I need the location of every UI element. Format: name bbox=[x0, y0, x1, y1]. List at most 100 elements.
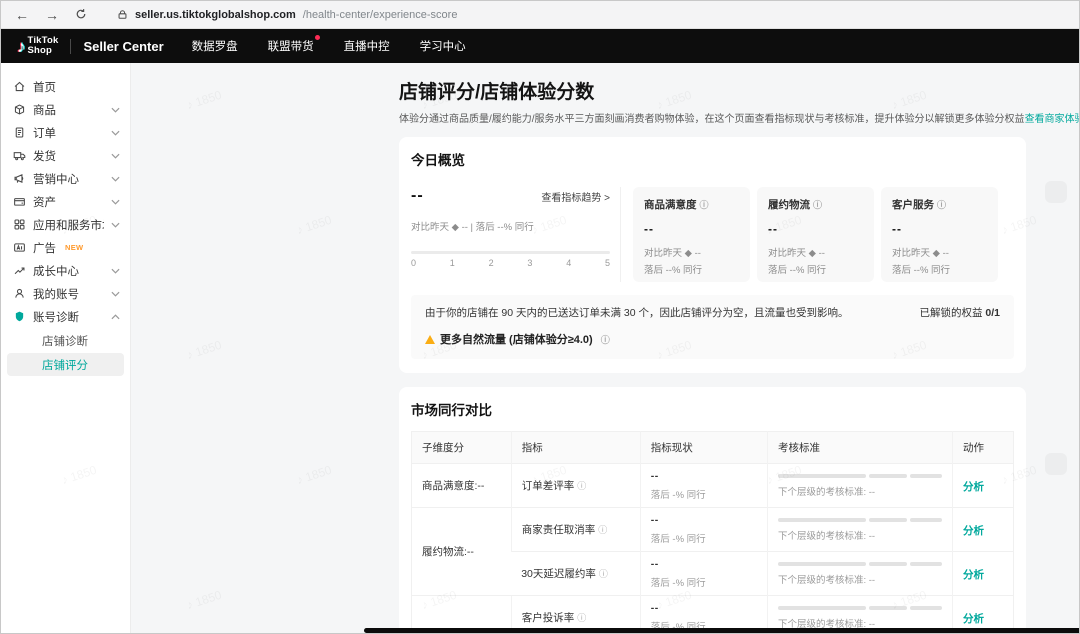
metric-value: -- bbox=[651, 558, 757, 570]
apps-icon bbox=[13, 218, 26, 231]
address-bar[interactable]: seller.us.tiktokglobalshop.com/health-ce… bbox=[117, 9, 457, 21]
tiktok-shop-logo[interactable]: ♪ TikTok Shop bbox=[17, 36, 58, 56]
scale-tick: 3 bbox=[527, 258, 532, 268]
analyze-link[interactable]: 分析 bbox=[963, 525, 984, 537]
empty-score-notice: 由于你的店铺在 90 天内的已送达订单未满 30 个，因此店铺评分为空，且流量也… bbox=[411, 295, 1014, 359]
info-icon[interactable]: ⓘ bbox=[601, 333, 610, 346]
floating-widget[interactable] bbox=[1045, 181, 1067, 203]
sidebar: 首页 商品 订单 发货 营销中心 bbox=[1, 63, 131, 634]
top-nav: ♪ TikTok Shop Seller Center 数据罗盘 联盟带货 直播… bbox=[1, 29, 1079, 63]
sidebar-subitem-shop-diagnosis[interactable]: 店铺诊断 bbox=[7, 329, 124, 352]
card-peer: 落后 --% 同行 bbox=[644, 262, 739, 276]
info-icon[interactable]: ⓘ bbox=[700, 200, 709, 210]
analyze-link[interactable]: 分析 bbox=[963, 481, 984, 493]
score-scale: 0 1 2 3 4 5 bbox=[411, 251, 610, 268]
customer-service-card: 客户服务ⓘ -- 对比昨天 ◆ -- 落后 --% 同行 bbox=[881, 187, 998, 282]
card-peer: 落后 --% 同行 bbox=[768, 262, 863, 276]
experience-score-rules-link[interactable]: 查看商家体验分规范 bbox=[1025, 114, 1079, 125]
marketing-icon bbox=[13, 172, 26, 185]
card-compare: 对比昨天 ◆ -- bbox=[892, 245, 987, 259]
shipping-icon bbox=[13, 149, 26, 162]
nav-seller-center[interactable]: Seller Center bbox=[83, 39, 163, 54]
lock-icon bbox=[117, 9, 128, 20]
browser-window: ← → seller.us.tiktokglobalshop.com/healt… bbox=[0, 0, 1080, 634]
browser-chrome: ← → seller.us.tiktokglobalshop.com/healt… bbox=[1, 1, 1079, 29]
sidebar-item-assets[interactable]: 资产 bbox=[1, 190, 130, 213]
scale-tick: 0 bbox=[411, 258, 416, 268]
assets-icon bbox=[13, 195, 26, 208]
nav-item-live-center[interactable]: 直播中控 bbox=[344, 38, 390, 54]
info-icon[interactable]: ⓘ bbox=[598, 525, 607, 535]
nav-item-learning-center[interactable]: 学习中心 bbox=[420, 38, 466, 54]
floating-widget[interactable] bbox=[1045, 453, 1067, 475]
card-peer: 落后 --% 同行 bbox=[892, 262, 987, 276]
page-title: 店铺评分/店铺体验分数 bbox=[399, 77, 1026, 104]
sidebar-item-growth[interactable]: 成长中心 bbox=[1, 259, 130, 282]
page-subtitle: 体验分通过商品质量/履约能力/服务水平三方面刻画消费者购物体验，在这个页面查看指… bbox=[399, 110, 1026, 125]
next-level-standard: 下个层级的考核标准: -- bbox=[778, 484, 942, 498]
overall-score-value: -- bbox=[411, 187, 424, 205]
scale-tick: 5 bbox=[605, 258, 610, 268]
chevron-down-icon bbox=[111, 176, 120, 182]
chevron-down-icon bbox=[111, 222, 120, 228]
score-compare-text: 对比昨天 ◆ -- | 落后 --% 同行 bbox=[411, 219, 610, 233]
warning-icon bbox=[425, 335, 435, 344]
tiktok-note-icon: ♪ bbox=[17, 38, 26, 55]
analyze-link[interactable]: 分析 bbox=[963, 613, 984, 625]
sidebar-item-account[interactable]: 我的账号 bbox=[1, 282, 130, 305]
sidebar-item-products[interactable]: 商品 bbox=[1, 98, 130, 121]
nav-item-data-compass[interactable]: 数据罗盘 bbox=[192, 38, 238, 54]
logo-line2: Shop bbox=[28, 46, 59, 56]
nav-divider bbox=[70, 39, 71, 54]
info-icon[interactable]: ⓘ bbox=[937, 200, 946, 210]
info-icon[interactable]: ⓘ bbox=[599, 569, 608, 579]
overview-heading: 今日概览 bbox=[411, 149, 1014, 169]
sidebar-item-shipping[interactable]: 发货 bbox=[1, 144, 130, 167]
url-domain: seller.us.tiktokglobalshop.com bbox=[135, 9, 296, 21]
chevron-down-icon bbox=[111, 199, 120, 205]
metric-label: 订单差评率 bbox=[522, 480, 575, 492]
benefit-warning-text: 更多自然流量 (店铺体验分≥4.0) bbox=[440, 331, 593, 347]
chevron-down-icon bbox=[111, 107, 120, 113]
forward-icon[interactable]: → bbox=[45, 8, 59, 22]
fulfillment-logistics-card: 履约物流ⓘ -- 对比昨天 ◆ -- 落后 --% 同行 bbox=[757, 187, 874, 282]
sidebar-item-diagnosis[interactable]: 账号诊断 bbox=[1, 305, 130, 328]
dimension-cell: 商品满意度:-- bbox=[412, 464, 512, 508]
col-standard: 考核标准 bbox=[767, 432, 952, 464]
chevron-down-icon bbox=[111, 130, 120, 136]
col-sub-dimension: 子维度分 bbox=[412, 432, 512, 464]
metric-value: -- bbox=[651, 602, 757, 614]
benefit-count: 0/1 bbox=[985, 307, 1000, 319]
nav-item-affiliate[interactable]: 联盟带货 bbox=[268, 38, 314, 54]
sidebar-item-marketing[interactable]: 营销中心 bbox=[1, 167, 130, 190]
analyze-link[interactable]: 分析 bbox=[963, 569, 984, 581]
red-dot-badge bbox=[315, 35, 320, 40]
metric-label: 30天延迟履约率 bbox=[521, 568, 596, 580]
standard-progress-bar bbox=[778, 562, 942, 566]
order-icon bbox=[13, 126, 26, 139]
card-value: -- bbox=[644, 222, 739, 236]
scale-tick: 4 bbox=[566, 258, 571, 268]
view-trend-link[interactable]: 查看指标趋势 > bbox=[541, 189, 610, 204]
info-icon[interactable]: ⓘ bbox=[813, 200, 822, 210]
sidebar-item-home[interactable]: 首页 bbox=[1, 75, 130, 98]
new-badge: NEW bbox=[65, 243, 83, 252]
sidebar-item-ads[interactable]: 广告 NEW bbox=[1, 236, 130, 259]
home-icon bbox=[13, 80, 26, 93]
card-compare: 对比昨天 ◆ -- bbox=[644, 245, 739, 259]
info-icon[interactable]: ⓘ bbox=[577, 481, 586, 491]
comparison-heading: 市场同行对比 bbox=[411, 399, 1014, 419]
product-satisfaction-card: 商品满意度ⓘ -- 对比昨天 ◆ -- 落后 --% 同行 bbox=[633, 187, 750, 282]
sidebar-subitem-shop-rating[interactable]: 店铺评分 bbox=[7, 353, 124, 376]
info-icon[interactable]: ⓘ bbox=[577, 613, 586, 623]
col-action: 动作 bbox=[952, 432, 1013, 464]
back-icon[interactable]: ← bbox=[15, 8, 29, 22]
notice-text: 由于你的店铺在 90 天内的已送达订单未满 30 个，因此店铺评分为空，且流量也… bbox=[425, 305, 849, 320]
reload-icon[interactable] bbox=[75, 8, 87, 22]
video-progress-bar bbox=[364, 628, 1079, 633]
next-level-standard: 下个层级的考核标准: -- bbox=[778, 572, 942, 586]
sidebar-item-orders[interactable]: 订单 bbox=[1, 121, 130, 144]
sidebar-item-app-market[interactable]: 应用和服务市场 bbox=[1, 213, 130, 236]
score-scale-track bbox=[411, 251, 610, 254]
table-row: 履约物流:-- 商家责任取消率ⓘ --落后 -% 同行 下个层级的考核标准: -… bbox=[412, 508, 1014, 552]
